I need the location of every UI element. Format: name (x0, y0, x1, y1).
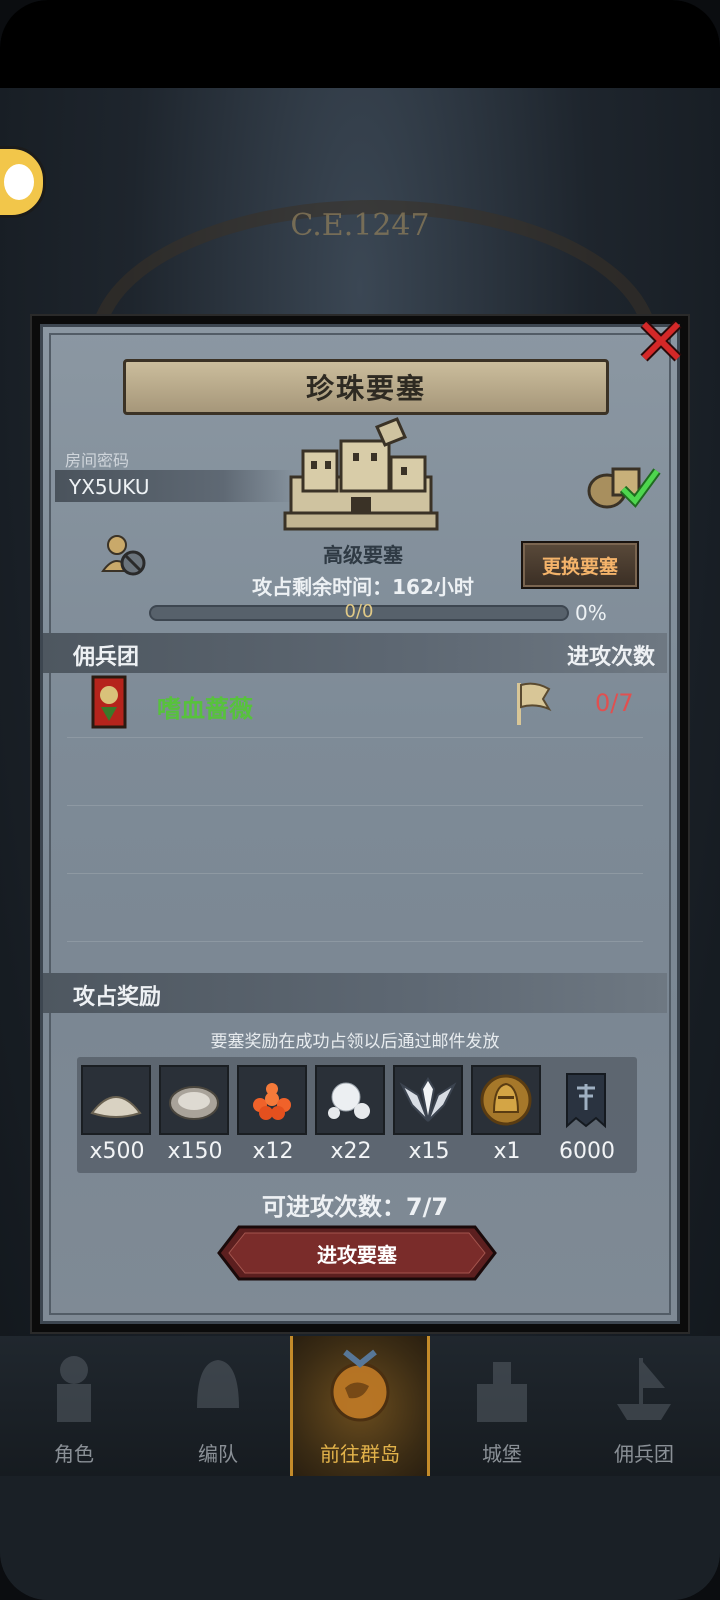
fortress-icon (283, 417, 439, 531)
reward-item[interactable]: x15 (393, 1065, 465, 1175)
change-fortress-label: 更换要塞 (541, 555, 618, 578)
knight-icon (57, 1356, 91, 1422)
nav-label: 前往群岛 (320, 1442, 400, 1466)
nav-item-castle[interactable]: 城堡 (432, 1336, 572, 1476)
reward-item[interactable]: x500 (81, 1065, 153, 1175)
bottom-strip (0, 1476, 720, 1600)
reward-quantity: x500 (89, 1139, 145, 1164)
row-divider (67, 737, 643, 738)
castle-icon (477, 1362, 527, 1422)
avatar-face-icon (4, 164, 34, 200)
nav-item-role[interactable]: 角色 (4, 1336, 144, 1476)
attack-button-label: 进攻要塞 (317, 1242, 397, 1267)
attack-flag-icon (517, 682, 552, 725)
island-globe-icon (330, 1349, 390, 1422)
room-password-label: 房间密码 (65, 451, 130, 470)
era-label: C.E.1247 (290, 208, 430, 243)
attempts-label: 可进攻次数： (261, 1193, 406, 1221)
reward-item[interactable]: x22 (315, 1065, 387, 1175)
reward-quantity: x12 (252, 1139, 294, 1164)
progress-percent: 0% (575, 601, 607, 625)
ship-icon (617, 1358, 671, 1420)
title-plate: 珍珠要塞 (123, 359, 609, 415)
guild-banner-icon (91, 675, 127, 729)
nav-label: 佣兵团 (614, 1442, 674, 1466)
fortress-dialog: 珍珠要塞 房间密码 YX5UKU 高级要塞 更换要塞 攻占剩余时间：162小时 … (30, 314, 690, 1334)
remaining-time-unit: 小时 (433, 575, 474, 599)
reward-slot (159, 1065, 229, 1135)
close-button[interactable] (636, 314, 686, 368)
remaining-time-label: 攻占剩余时间： (252, 575, 393, 599)
row-divider (67, 805, 643, 806)
reward-quantity: x1 (493, 1139, 521, 1164)
fish-roe-icon (253, 1083, 291, 1120)
status-bar (0, 0, 720, 88)
reward-quantity: x22 (330, 1139, 372, 1164)
close-icon (640, 320, 682, 362)
reward-slot (81, 1065, 151, 1135)
progress-count: 0/0 (344, 601, 374, 622)
screen: C.E.1247 珍珠要塞 房间密码 YX5UKU 高级要塞 更换要塞 攻占剩余… (0, 0, 720, 1600)
dialog-title: 珍珠要塞 (305, 372, 426, 405)
reward-quantity: x150 (167, 1139, 223, 1164)
room-code[interactable]: YX5UKU (69, 475, 150, 499)
reward-slot (551, 1065, 621, 1135)
bottom-nav: 角色 编队 前往群岛 城堡 佣兵团 (0, 1336, 720, 1476)
reward-slot (237, 1065, 307, 1135)
helmet-icon (197, 1360, 239, 1408)
remaining-time-value: 162 (392, 575, 434, 599)
guild-banner-icon (566, 1073, 606, 1129)
nav-label: 编队 (198, 1442, 238, 1466)
change-fortress-button[interactable]: 更换要塞 (521, 541, 639, 589)
winged-emblem-icon (399, 1077, 457, 1122)
attempts-value: 7/7 (405, 1193, 449, 1221)
mercenary-section-title: 佣兵团 (73, 645, 140, 670)
mercenary-name[interactable]: 嗜血蔷薇 (157, 689, 253, 724)
reward-quantity: 6000 (559, 1139, 615, 1164)
stone-pile-icon (90, 1096, 142, 1118)
remaining-time: 攻占剩余时间：162小时 (193, 571, 533, 600)
nav-item-mercenary[interactable]: 佣兵团 (574, 1336, 714, 1476)
pearl-icon (328, 1082, 370, 1119)
reward-slot (471, 1065, 541, 1135)
dialog-panel: 珍珠要塞 房间密码 YX5UKU 高级要塞 更换要塞 攻占剩余时间：162小时 … (40, 324, 680, 1324)
nav-item-islands[interactable]: 前往群岛 (290, 1336, 430, 1476)
reward-slot (315, 1065, 385, 1135)
reward-item[interactable]: 6000 (551, 1065, 623, 1175)
reward-note: 要塞奖励在成功占领以后通过邮件发放 (210, 1032, 500, 1052)
nav-item-formation[interactable]: 编队 (148, 1336, 288, 1476)
reward-quantity: x15 (408, 1139, 450, 1164)
reward-item[interactable]: x150 (159, 1065, 231, 1175)
reward-item[interactable]: x12 (237, 1065, 309, 1175)
remaining-attempts: 可进攻次数：7/7 (43, 1187, 667, 1222)
knight-helmet-medal-icon (480, 1074, 532, 1126)
row-divider (67, 873, 643, 874)
nav-label: 城堡 (482, 1442, 522, 1466)
oyster-icon (169, 1086, 219, 1120)
reward-item[interactable]: x1 (471, 1065, 543, 1175)
mercenary-attack-count: 0/7 (595, 689, 634, 717)
fortress-type-label: 高级要塞 (323, 543, 403, 567)
nav-label: 角色 (54, 1442, 94, 1466)
reward-section-title: 攻占奖励 (73, 985, 162, 1010)
row-divider (67, 941, 643, 942)
attack-fortress-button[interactable]: 进攻要塞 (217, 1225, 497, 1281)
supply-bag-check-icon[interactable] (583, 455, 661, 511)
reward-slot (393, 1065, 463, 1135)
no-recruit-icon[interactable] (99, 531, 149, 579)
attack-count-header: 进攻次数 (566, 645, 655, 670)
